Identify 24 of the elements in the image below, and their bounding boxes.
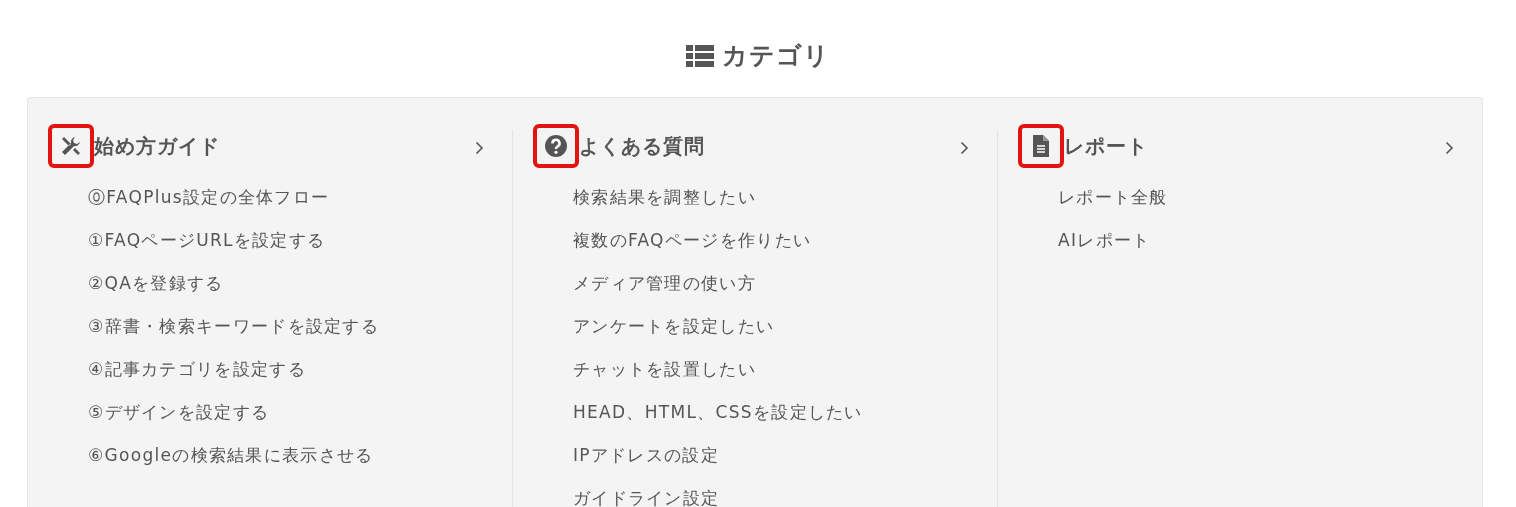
category-link[interactable]: ⑤デザインを設定する bbox=[88, 391, 270, 434]
category-title[interactable]: 始め方ガイド bbox=[94, 131, 220, 161]
category-link[interactable]: ⓪FAQPlus設定の全体フロー bbox=[88, 176, 330, 219]
category-link[interactable]: IPアドレスの設定 bbox=[573, 434, 719, 477]
category-link[interactable]: 検索結果を調整したい bbox=[573, 176, 756, 219]
category-link[interactable]: ③辞書・検索キーワードを設定する bbox=[88, 305, 380, 348]
category-link[interactable]: ②QAを登録する bbox=[88, 262, 224, 305]
category-link[interactable]: チャットを設置したい bbox=[573, 348, 756, 391]
category-link[interactable]: HEAD、HTML、CSSを設定したい bbox=[573, 391, 863, 434]
category-link[interactable]: 複数のFAQページを作りたい bbox=[573, 219, 812, 262]
question-icon bbox=[544, 134, 568, 158]
category-link[interactable]: ガイドライン設定 bbox=[573, 477, 720, 507]
category-link[interactable]: アンケートを設定したい bbox=[573, 305, 775, 348]
section-title: カテゴリ bbox=[722, 39, 830, 72]
document-icon bbox=[1032, 134, 1050, 158]
category-title[interactable]: よくある質問 bbox=[579, 131, 705, 161]
category-link[interactable]: ⑥Googleの検索結果に表示させる bbox=[88, 434, 374, 477]
category-link[interactable]: レポート全般 bbox=[1058, 176, 1168, 219]
list-icon bbox=[686, 43, 714, 68]
category-link[interactable]: ④記事カテゴリを設定する bbox=[88, 348, 306, 391]
category-link[interactable]: ①FAQページURLを設定する bbox=[88, 219, 326, 262]
category-link[interactable]: AIレポート bbox=[1058, 219, 1151, 262]
category-link[interactable]: メディア管理の使い方 bbox=[573, 262, 756, 305]
category-title[interactable]: レポート bbox=[1064, 131, 1148, 161]
